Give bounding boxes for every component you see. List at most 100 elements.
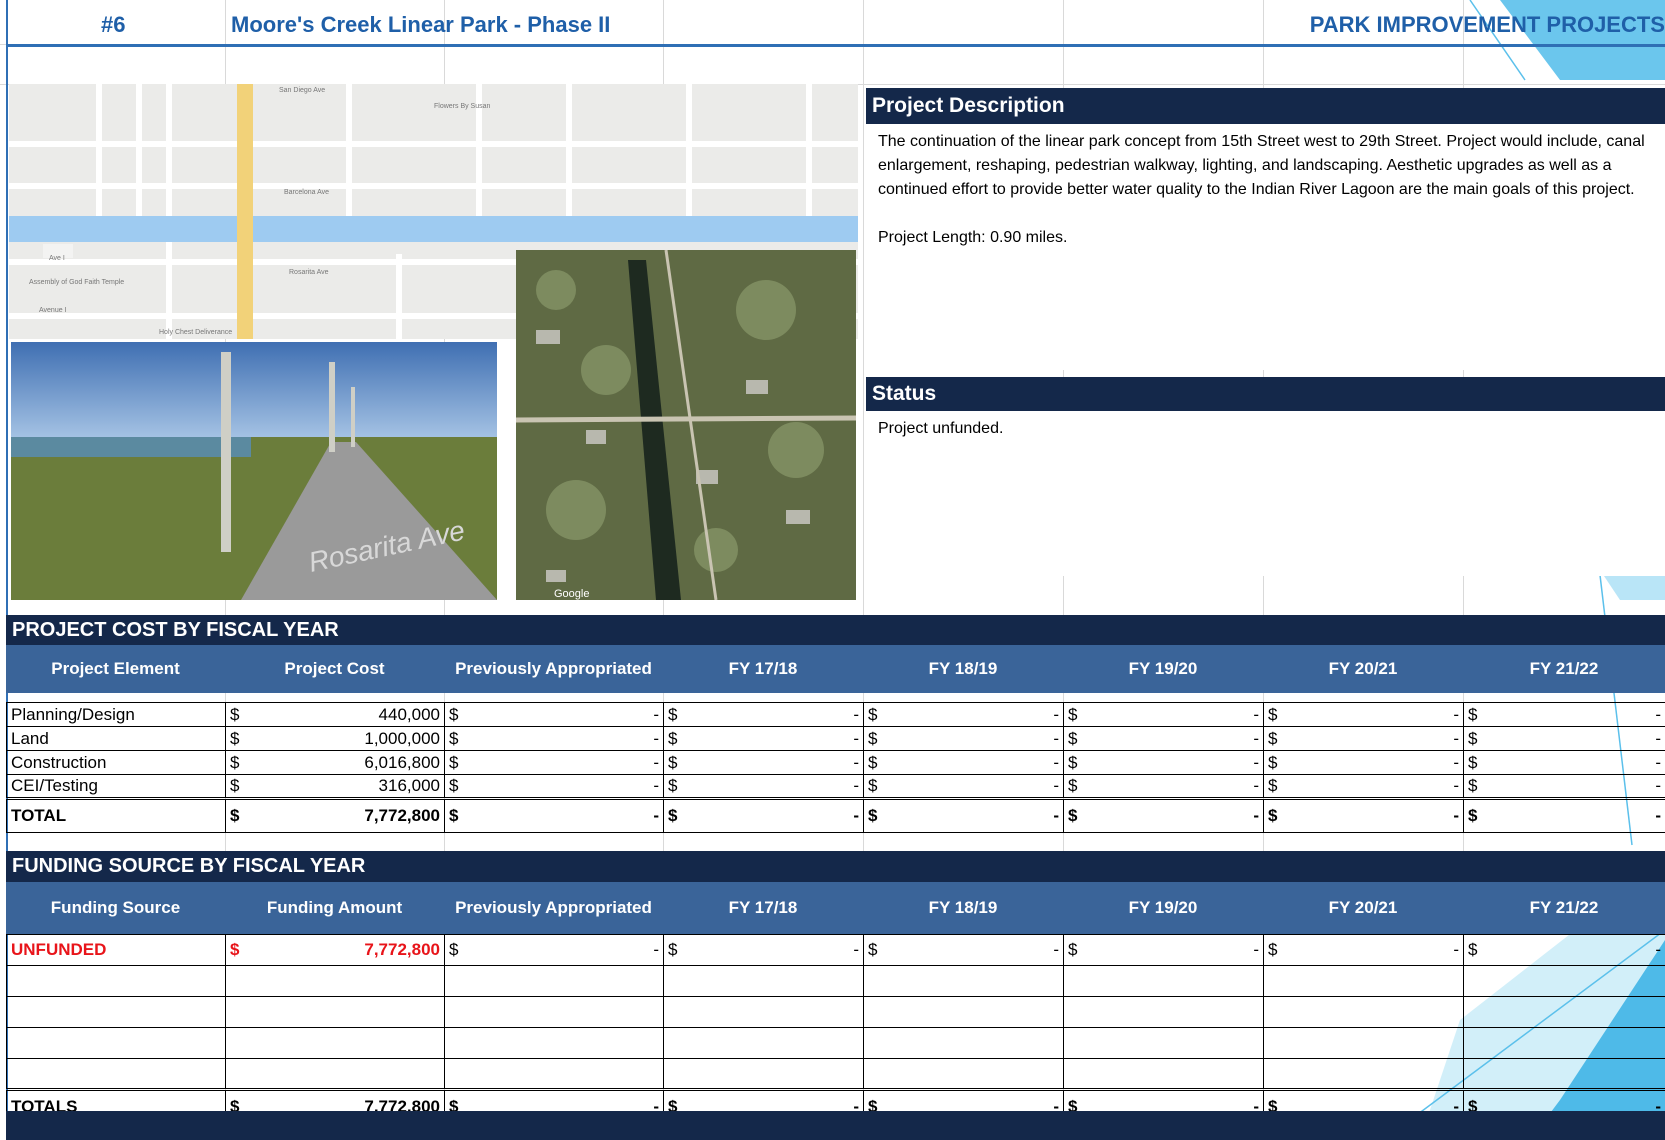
money-cell: $ - bbox=[663, 934, 864, 966]
column-header: FY 21/22 bbox=[1529, 659, 1599, 678]
row-label: Planning/Design bbox=[6, 702, 226, 727]
money-cell: $ - bbox=[1263, 750, 1464, 775]
money-cell: $ - bbox=[444, 726, 664, 751]
empty-cell bbox=[6, 965, 226, 997]
row-label: Construction bbox=[6, 750, 226, 775]
money-cell: $ - bbox=[663, 750, 864, 775]
column-header: Previously Appropriated bbox=[455, 898, 652, 917]
column-header: FY 21/22 bbox=[1529, 898, 1599, 917]
empty-cell bbox=[1463, 965, 1665, 997]
money-cell: $ - bbox=[444, 774, 664, 799]
project-title: Moore's Creek Linear Park - Phase II bbox=[231, 12, 611, 37]
cost-section-title: PROJECT COST BY FISCAL YEAR bbox=[6, 615, 1665, 645]
empty-cell bbox=[863, 1027, 1064, 1059]
money-cell: $ - bbox=[1063, 702, 1264, 727]
svg-text:Barcelona Ave: Barcelona Ave bbox=[284, 189, 329, 196]
table-row: Construction $6,016,800 $ - $ - $ - $ - $ - $ - bbox=[6, 750, 1665, 775]
empty-cell bbox=[1063, 1027, 1264, 1059]
money-cell: $316,000 bbox=[225, 774, 445, 799]
footer-bar bbox=[6, 1111, 1665, 1140]
status-text: Project unfunded. bbox=[878, 420, 1004, 437]
status-heading: Status bbox=[866, 377, 1665, 411]
category-title: PARK IMPROVEMENT PROJECTS bbox=[1309, 12, 1665, 37]
funding-column-headers: Funding Source Funding Amount Previously A… bbox=[6, 882, 1665, 934]
empty-row bbox=[6, 996, 1665, 1028]
svg-text:Assembly of God Faith Temple: Assembly of God Faith Temple bbox=[29, 279, 124, 286]
empty-cell bbox=[225, 1058, 445, 1090]
aerial-photo: Google bbox=[516, 250, 856, 600]
money-cell: $ - bbox=[1063, 774, 1264, 799]
empty-cell bbox=[444, 1027, 664, 1059]
empty-cell bbox=[6, 996, 226, 1028]
total-row: TOTAL $7,772,800 $ - $ - $ - $ - $ - $ - bbox=[6, 797, 1665, 833]
street-photo: Rosarita Ave bbox=[11, 342, 497, 600]
svg-text:San Diego Ave: San Diego Ave bbox=[279, 87, 325, 94]
column-header: Previously Appropriated bbox=[455, 659, 652, 678]
project-length: Project Length: 0.90 miles. bbox=[878, 229, 1068, 246]
money-cell: $ - bbox=[1063, 726, 1264, 751]
money-cell: $6,016,800 bbox=[225, 750, 445, 775]
empty-cell bbox=[1063, 965, 1264, 997]
empty-cell bbox=[1263, 965, 1464, 997]
row-label: CEI/Testing bbox=[6, 774, 226, 799]
cost-table: Planning/Design $440,000 $ - $ - $ - $ - $ - $ - Land $… bbox=[6, 702, 1665, 833]
money-cell: $ - bbox=[1263, 797, 1464, 833]
funding-table: UNFUNDED $7,772,800 $ - $ - $ - $ - $ - $ - TOTALS $7,7… bbox=[6, 934, 1665, 1124]
empty-cell bbox=[663, 1058, 864, 1090]
money-cell: $ - bbox=[444, 750, 664, 775]
description-text: The continuation of the linear park conc… bbox=[878, 133, 1645, 198]
cost-column-headers: Project Element Project Cost Previously Ap… bbox=[6, 645, 1665, 693]
money-cell: $ - bbox=[1063, 750, 1264, 775]
table-row: Land $1,000,000 $ - $ - $ - $ - $ - $ - bbox=[6, 726, 1665, 751]
project-number: #6 bbox=[101, 12, 126, 37]
table-row: Planning/Design $440,000 $ - $ - $ - $ - $ - $ - bbox=[6, 702, 1665, 727]
empty-cell bbox=[663, 996, 864, 1028]
column-header: FY 17/18 bbox=[728, 898, 798, 917]
money-cell: $ - bbox=[1463, 774, 1665, 799]
empty-cell bbox=[225, 996, 445, 1028]
money-cell: $ - bbox=[444, 934, 664, 966]
money-cell: $ - bbox=[863, 750, 1064, 775]
money-cell: $ - bbox=[1263, 934, 1464, 966]
status-body: Project unfunded. bbox=[866, 411, 1665, 576]
column-header: FY 20/21 bbox=[1328, 659, 1398, 678]
svg-text:Flowers By Susan: Flowers By Susan bbox=[434, 103, 491, 110]
empty-cell bbox=[1063, 1058, 1264, 1090]
column-header: FY 19/20 bbox=[1128, 898, 1198, 917]
table-row: CEI/Testing $316,000 $ - $ - $ - $ - $ - $ - bbox=[6, 774, 1665, 799]
empty-cell bbox=[6, 1058, 226, 1090]
money-cell: $ - bbox=[444, 797, 664, 833]
money-cell: $ - bbox=[1263, 702, 1464, 727]
money-cell: $ - bbox=[863, 934, 1064, 966]
money-cell: $ - bbox=[1463, 750, 1665, 775]
money-cell: $ - bbox=[663, 702, 864, 727]
column-header: Funding Amount bbox=[266, 898, 403, 917]
money-cell: $440,000 bbox=[225, 702, 445, 727]
empty-cell bbox=[1263, 1058, 1464, 1090]
money-cell: $ - bbox=[1463, 702, 1665, 727]
empty-cell bbox=[863, 996, 1064, 1028]
empty-cell bbox=[6, 1027, 226, 1059]
empty-row bbox=[6, 1027, 1665, 1059]
svg-text:Avenue I: Avenue I bbox=[39, 307, 67, 314]
row-label: TOTAL bbox=[6, 797, 226, 833]
description-heading: Project Description bbox=[866, 88, 1665, 124]
money-cell: $ - bbox=[663, 726, 864, 751]
column-header: Project Element bbox=[51, 659, 180, 678]
svg-text:Holy Chest Deliverance: Holy Chest Deliverance bbox=[159, 329, 232, 336]
money-cell: $ - bbox=[1463, 934, 1665, 966]
empty-cell bbox=[1463, 996, 1665, 1028]
money-cell: $ - bbox=[1063, 797, 1264, 833]
money-cell: $ - bbox=[444, 702, 664, 727]
empty-cell bbox=[1063, 996, 1264, 1028]
money-cell: $ - bbox=[863, 797, 1064, 833]
column-header: Funding Source bbox=[50, 898, 181, 917]
empty-cell bbox=[663, 965, 864, 997]
row-label: UNFUNDED bbox=[6, 934, 226, 966]
empty-cell bbox=[225, 965, 445, 997]
svg-text:Rosarita Ave: Rosarita Ave bbox=[289, 269, 329, 276]
money-cell: $ - bbox=[663, 797, 864, 833]
money-cell: $ - bbox=[863, 726, 1064, 751]
column-header: Project Cost bbox=[284, 659, 385, 678]
column-header: FY 20/21 bbox=[1328, 898, 1398, 917]
